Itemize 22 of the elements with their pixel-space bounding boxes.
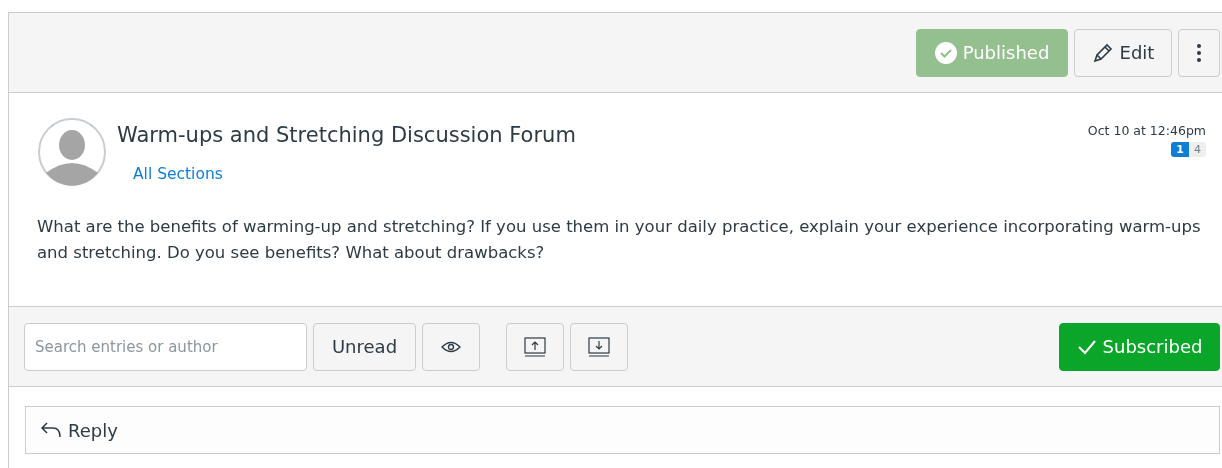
download-arrow-icon — [588, 336, 610, 357]
more-options-button[interactable] — [1178, 28, 1220, 77]
eye-button[interactable] — [422, 322, 480, 371]
search-field[interactable]: Search entries or author — [24, 322, 307, 371]
check-circle-icon — [934, 41, 957, 64]
pencil-icon — [1091, 41, 1114, 64]
total-count: 4 — [1189, 142, 1206, 157]
reply-button[interactable]: Reply — [25, 406, 1220, 454]
topic-message: What are the benefits of warming-up and stretching? If you use them in your daily practice, explain your experience incorporating warm-ups and stretching. Do you see benefits? What about drawbacks? — [37, 216, 1202, 265]
reply-arrow-icon — [40, 421, 62, 439]
expand-button[interactable] — [570, 322, 628, 371]
avatar-icon — [37, 117, 107, 187]
unread-count: 1 — [1171, 142, 1189, 157]
check-icon — [1076, 338, 1097, 355]
edit-button[interactable]: Edit — [1074, 28, 1172, 77]
post-date: Oct 10 at 12:46pm — [1087, 123, 1206, 138]
topic-title: Warm-ups and Stretching Discussion Forum — [117, 123, 576, 147]
unread-button[interactable]: Unread — [313, 322, 416, 371]
collapse-button[interactable] — [506, 322, 564, 371]
all-sections-link[interactable]: All Sections — [133, 165, 223, 183]
eye-icon — [441, 340, 461, 353]
vertical-dots-icon — [1196, 42, 1202, 63]
